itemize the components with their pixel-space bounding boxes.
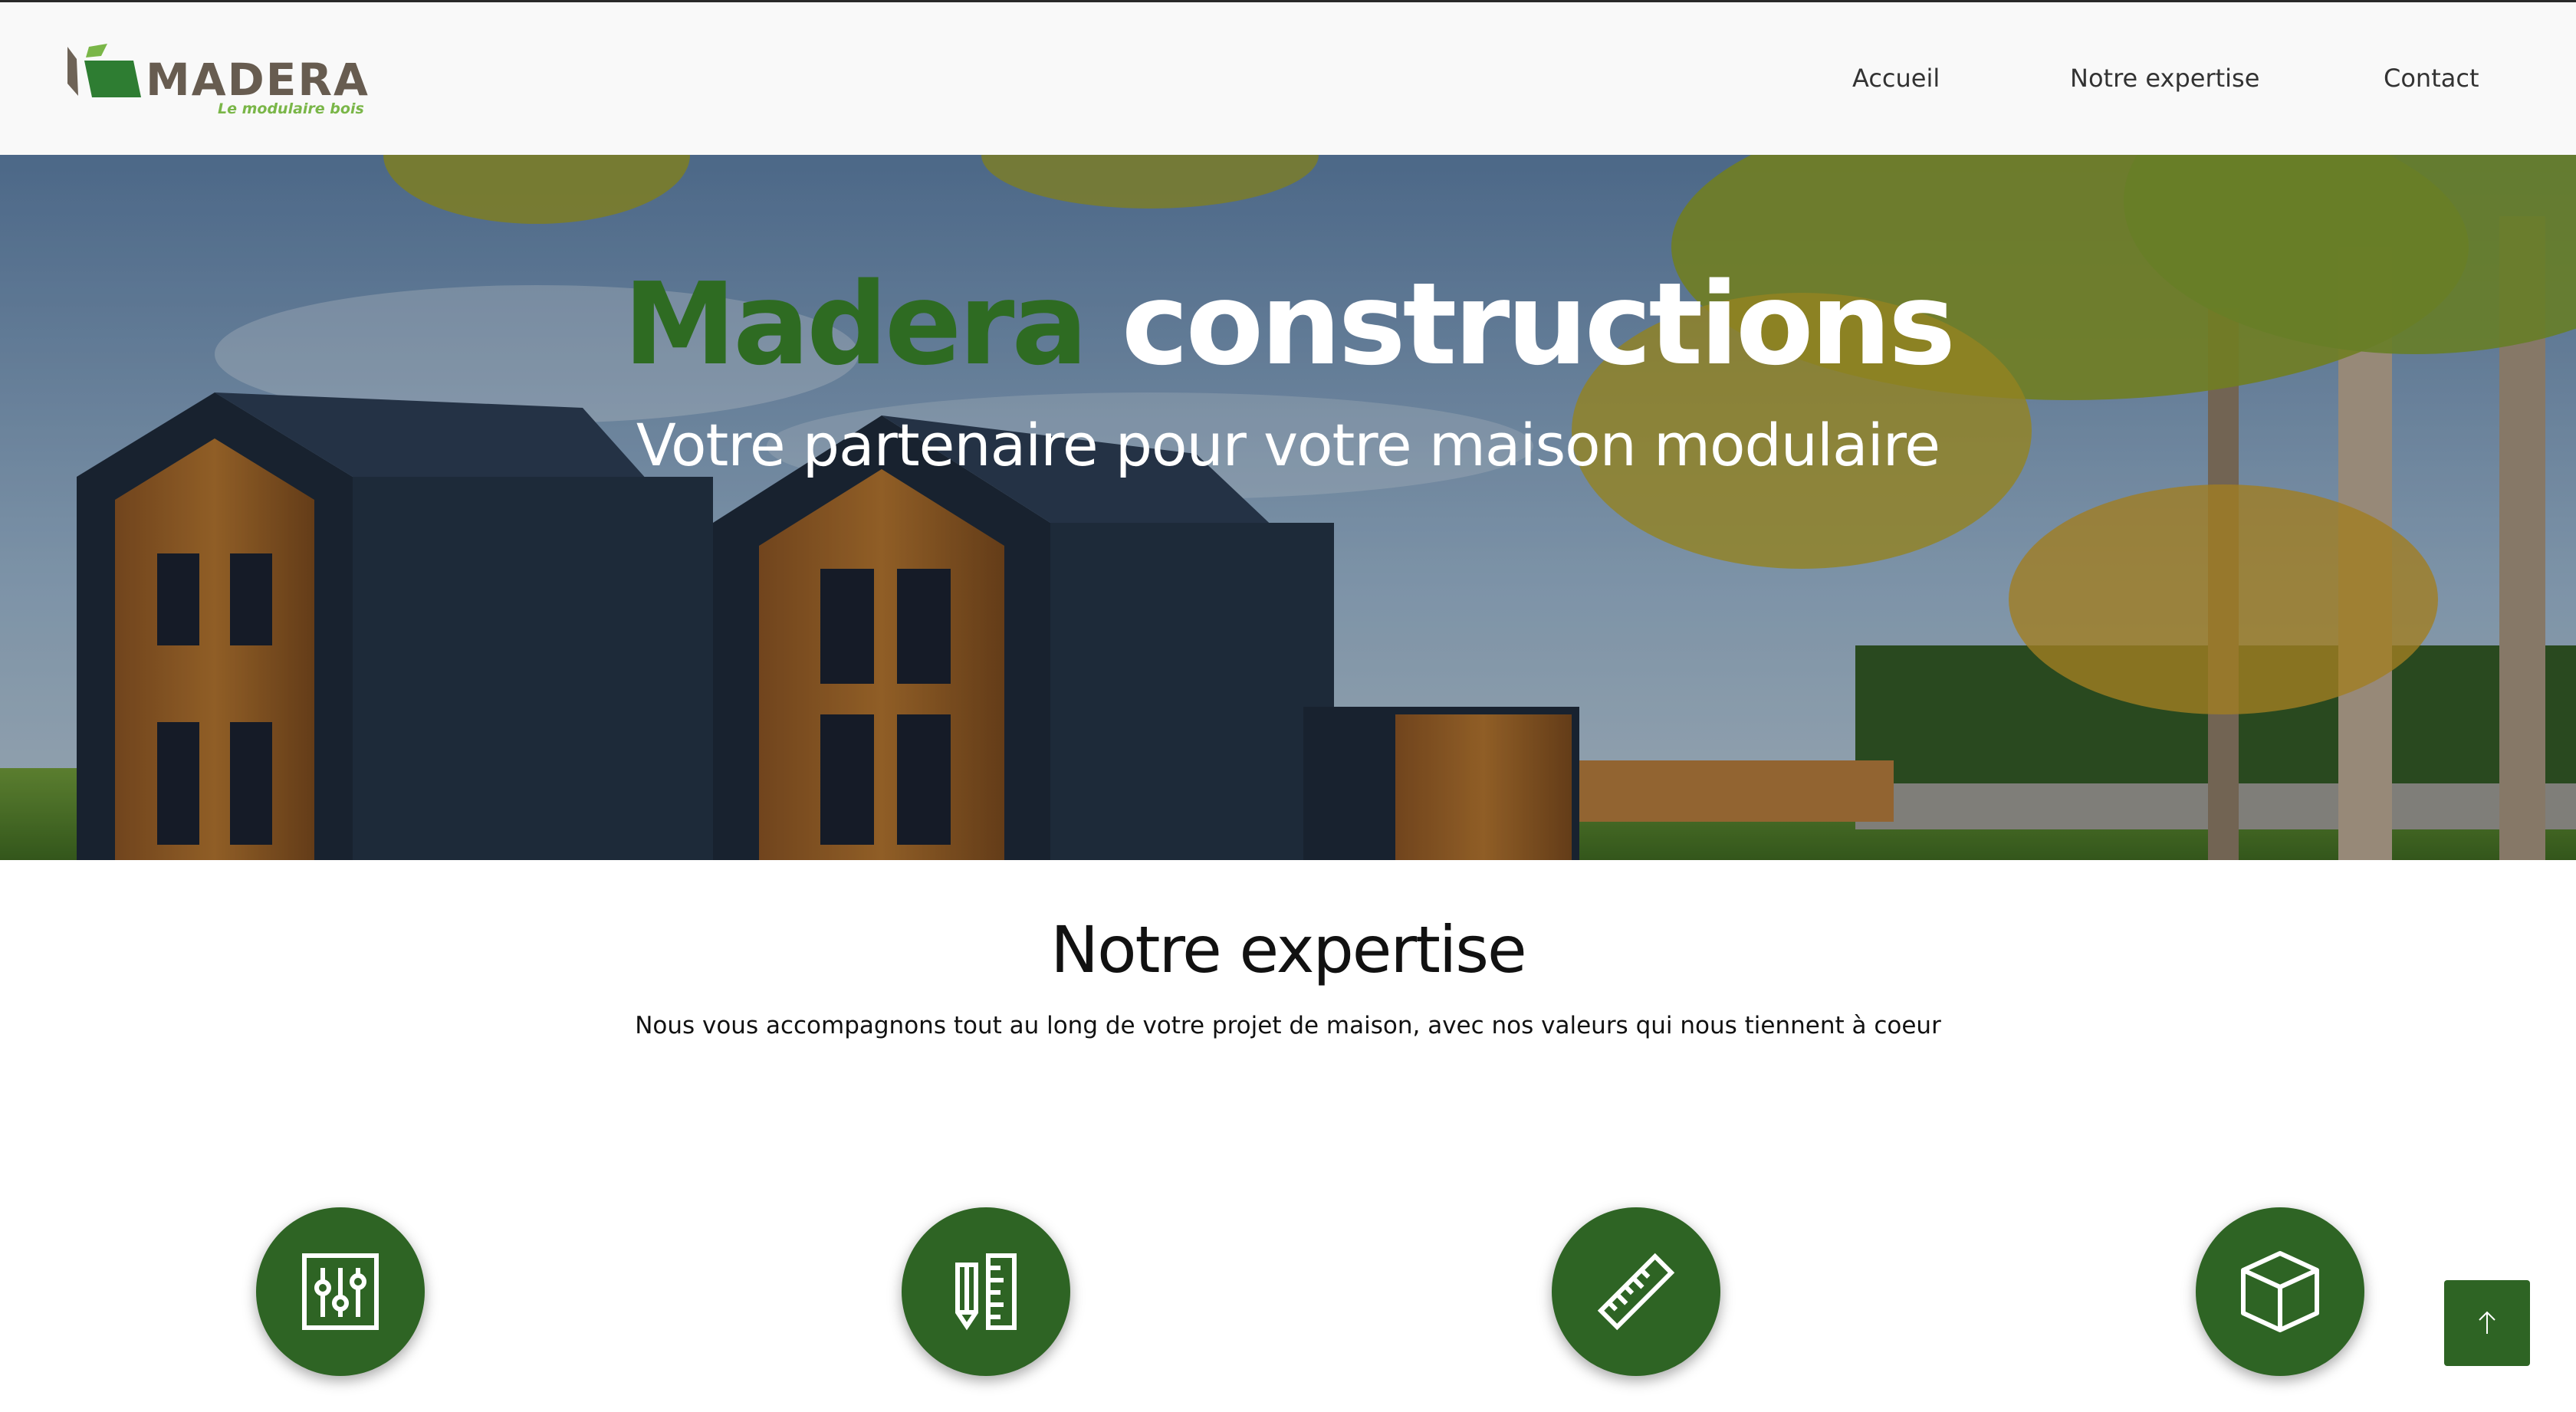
nav-link-accueil[interactable]: Accueil [1852,59,1940,97]
hero-title-brand: Madera [623,258,1088,390]
hero-title-rest: constructions [1121,258,1956,390]
nav-link-expertise[interactable]: Notre expertise [2070,59,2259,97]
arrow-up-icon [2479,1311,2496,1334]
logo-wordmark: MADERA [146,54,370,106]
sliders-icon [302,1253,379,1330]
hero-title: Madera constructions [0,262,2576,387]
expertise-card-sliders [256,1207,425,1376]
expertise-card-measure [1552,1207,1720,1376]
expertise-title: Notre expertise [1050,912,1526,987]
scroll-to-top-button[interactable] [2444,1280,2530,1366]
logo-tagline: Le modulaire bois [218,100,364,117]
expertise-card-modular [2196,1207,2364,1376]
expertise-subtitle: Nous vous accompagnons tout au long de v… [635,1012,1941,1039]
hero-subtitle: Votre partenaire pour votre maison modul… [636,411,1940,479]
nav-link-contact[interactable]: Contact [2384,59,2479,97]
site-header: MADERA Le modulaire bois Accueil Notre e… [0,0,2576,155]
pencil-ruler-icon [955,1253,1017,1331]
madera-logo[interactable]: MADERA Le modulaire bois [64,39,371,123]
hero-banner: Madera constructions Votre partenaire po… [0,155,2576,860]
box-icon [2241,1251,2319,1332]
expertise-card-design [902,1207,1070,1376]
ruler-icon [1597,1253,1675,1331]
logo-mark-icon [67,44,141,97]
